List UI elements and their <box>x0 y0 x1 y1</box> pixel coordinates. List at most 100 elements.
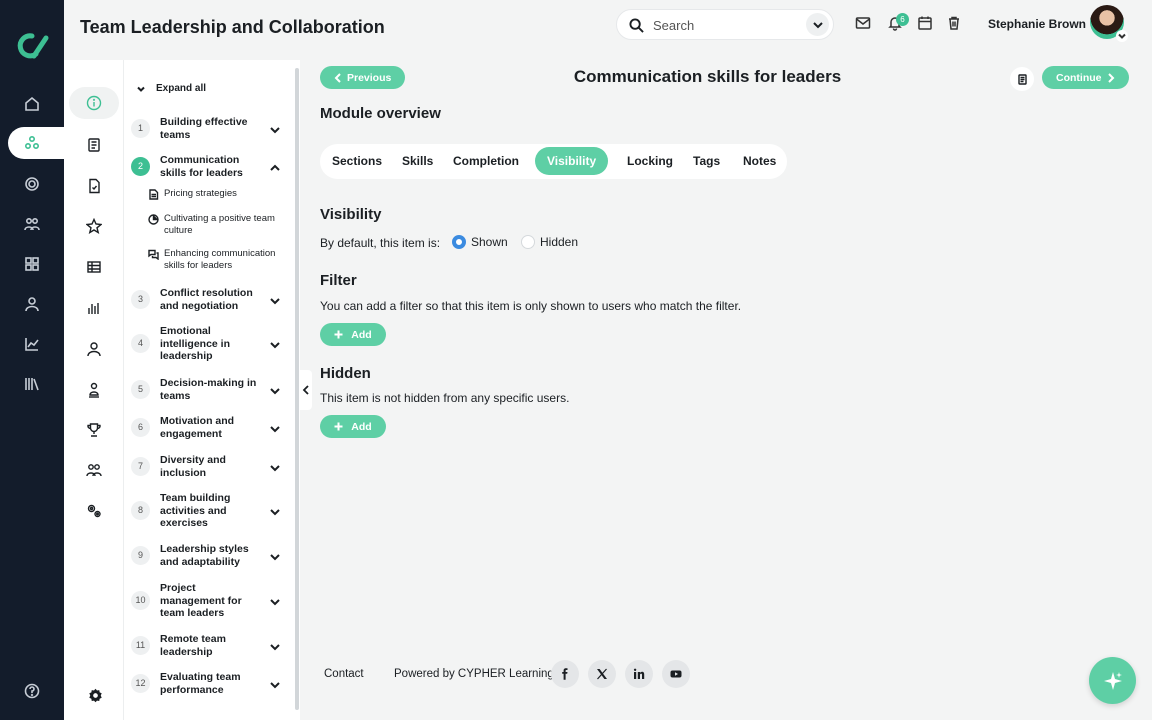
search-icon <box>629 18 644 33</box>
chevron-down-icon[interactable] <box>269 595 281 607</box>
outline-item-number: 1 <box>131 119 150 138</box>
outline-item-7[interactable]: 7 Diversity and inclusion <box>131 454 291 479</box>
radio-hidden[interactable]: Hidden <box>521 235 578 249</box>
rail-item-courses[interactable] <box>8 127 68 159</box>
chevron-down-icon[interactable] <box>269 123 281 135</box>
continue-label: Continue <box>1056 71 1102 84</box>
bar-chart-icon[interactable] <box>86 300 102 316</box>
chevron-down-icon[interactable] <box>269 294 281 306</box>
chevron-down-icon[interactable] <box>269 461 281 473</box>
chevron-down-icon[interactable] <box>269 505 281 517</box>
book-icon[interactable] <box>86 137 102 153</box>
grid-icon[interactable] <box>21 253 43 275</box>
trash-icon[interactable] <box>946 15 964 33</box>
user-name[interactable]: Stephanie Brown <box>988 17 1086 31</box>
group-icon[interactable] <box>86 462 102 478</box>
tab-locking[interactable]: Locking <box>615 147 685 175</box>
mail-icon[interactable] <box>855 15 873 33</box>
tab-sections[interactable]: Sections <box>320 147 394 175</box>
help-icon[interactable] <box>21 680 43 702</box>
chevron-down-icon[interactable] <box>269 640 281 652</box>
add-hidden-user-button[interactable]: Add <box>320 415 386 438</box>
outline-item-3[interactable]: 3 Conflict resolution and negotiation <box>131 287 291 312</box>
outline-item-label: Remote team leadership <box>160 633 226 658</box>
outline-subitem[interactable]: Enhancing communication skills for leade… <box>148 248 288 271</box>
facebook-icon[interactable] <box>551 660 579 688</box>
outline-item-label: Conflict resolution and negotiation <box>160 287 253 312</box>
course-tools-column <box>64 60 124 720</box>
user-icon[interactable] <box>21 293 43 315</box>
calendar-icon[interactable] <box>917 15 935 33</box>
document-icon[interactable] <box>1010 67 1034 91</box>
assignment-icon[interactable] <box>86 178 102 194</box>
outline-item-6[interactable]: 6 Motivation and engagement <box>131 415 291 440</box>
filter-text: You can add a filter so that this item i… <box>320 299 742 313</box>
chevron-down-icon[interactable] <box>269 422 281 434</box>
tab-completion[interactable]: Completion <box>441 147 531 175</box>
search-scope-dropdown[interactable] <box>806 13 829 36</box>
chevron-down-icon[interactable] <box>269 678 281 690</box>
info-tool-button[interactable] <box>69 87 119 119</box>
target-icon[interactable] <box>21 173 43 195</box>
info-icon <box>86 95 102 111</box>
search-placeholder[interactable]: Search <box>653 18 694 33</box>
cypher-logo-icon[interactable] <box>12 30 52 62</box>
youtube-icon[interactable] <box>662 660 690 688</box>
hidden-heading: Hidden <box>320 365 371 382</box>
tab-tags[interactable]: Tags <box>681 147 732 175</box>
user-hierarchy-icon[interactable] <box>86 382 102 398</box>
contact-link[interactable]: Contact <box>324 668 364 680</box>
linkedin-icon[interactable] <box>625 660 653 688</box>
ai-assistant-button[interactable] <box>1089 657 1136 704</box>
radio-shown-dot[interactable] <box>452 235 466 249</box>
outline-item-4[interactable]: 4 Emotional intelligence in leadership <box>131 325 291 363</box>
chevron-up-icon[interactable] <box>269 161 281 173</box>
outline-item-label: Diversity and inclusion <box>160 454 226 479</box>
search-box[interactable]: Search <box>616 9 834 40</box>
tab-visibility[interactable]: Visibility <box>535 147 609 175</box>
trophy-icon[interactable] <box>86 422 102 438</box>
star-icon[interactable] <box>85 217 103 234</box>
outline-item-number: 8 <box>131 501 150 521</box>
x-icon[interactable] <box>588 660 616 688</box>
outline-item-label: Team building activities and exercises <box>160 492 231 529</box>
outline-item-label: Emotional intelligence in leadership <box>160 325 231 362</box>
chevron-down-icon[interactable] <box>269 338 281 350</box>
chevron-down-icon[interactable] <box>269 550 281 562</box>
people-icon[interactable] <box>21 213 43 235</box>
avatar-menu-toggle[interactable] <box>1116 30 1128 42</box>
home-icon[interactable] <box>21 93 43 115</box>
expand-all-button[interactable]: Expand all <box>136 83 206 94</box>
outline-item-number: 12 <box>131 674 150 693</box>
outline-subitem[interactable]: Cultivating a positive team culture <box>148 213 288 236</box>
radio-shown[interactable]: Shown <box>452 235 508 249</box>
outline-item-number: 9 <box>131 546 150 565</box>
radio-hidden-dot[interactable] <box>521 235 535 249</box>
outline-item-10[interactable]: 10 Project management for team leaders <box>131 582 291 620</box>
outline-item-number: 10 <box>131 591 150 611</box>
library-icon[interactable] <box>21 373 43 395</box>
add-filter-button[interactable]: Add <box>320 323 386 346</box>
outline-item-5[interactable]: 5 Decision-making in teams <box>131 377 291 402</box>
outline-item-1[interactable]: 1 Building effective teams <box>131 116 291 141</box>
user-icon[interactable] <box>86 341 102 357</box>
continue-button[interactable]: Continue <box>1042 66 1129 89</box>
collapse-outline-button[interactable] <box>299 370 312 410</box>
outline-item-12[interactable]: 12 Evaluating team performance <box>131 671 291 696</box>
line-chart-icon[interactable] <box>21 333 43 355</box>
outline-item-2[interactable]: 2 Communication skills for leaders <box>131 154 291 179</box>
outline-item-11[interactable]: 11 Remote team leadership <box>131 633 291 658</box>
chevron-down-icon[interactable] <box>269 384 281 396</box>
radio-shown-label: Shown <box>471 235 508 249</box>
tab-skills[interactable]: Skills <box>390 147 445 175</box>
tab-notes[interactable]: Notes <box>731 147 788 175</box>
outline-item-9[interactable]: 9 Leadership styles and adaptability <box>131 543 291 568</box>
page-title: Communication skills for leaders <box>573 67 842 86</box>
table-icon[interactable] <box>86 259 102 275</box>
radio-hidden-label: Hidden <box>540 235 579 249</box>
settings-gears-icon[interactable] <box>86 503 102 519</box>
outline-subitem[interactable]: Pricing strategies <box>148 188 288 200</box>
outline-item-8[interactable]: 8 Team building activities and exercises <box>131 492 291 530</box>
gear-icon[interactable] <box>88 688 103 703</box>
powered-by-text[interactable]: Powered by CYPHER Learning <box>394 668 554 680</box>
